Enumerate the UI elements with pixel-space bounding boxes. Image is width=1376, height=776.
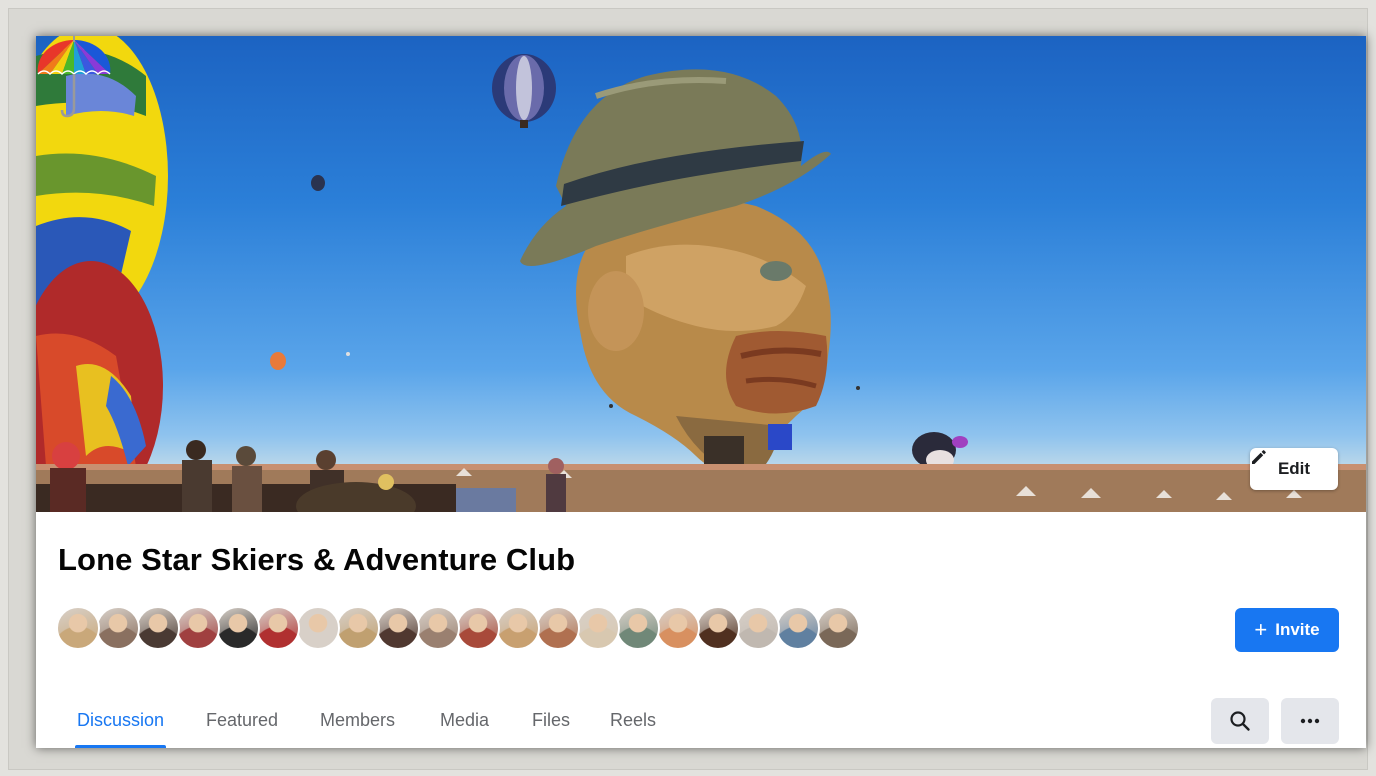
member-avatar[interactable] bbox=[696, 606, 740, 650]
group-tabs: Discussion Featured Members Media Files … bbox=[36, 696, 1366, 748]
plus-icon: + bbox=[1254, 617, 1268, 642]
more-icon bbox=[1300, 718, 1320, 724]
tab-members[interactable]: Members bbox=[320, 696, 395, 748]
member-avatar[interactable] bbox=[536, 606, 580, 650]
cover-photo: Edit bbox=[36, 36, 1366, 512]
tab-featured[interactable]: Featured bbox=[206, 696, 278, 748]
member-avatar[interactable] bbox=[256, 606, 300, 650]
member-avatar[interactable] bbox=[136, 606, 180, 650]
member-avatar[interactable] bbox=[736, 606, 780, 650]
group-name[interactable]: Lone Star Skiers & Adventure Club bbox=[58, 542, 575, 578]
search-icon bbox=[1230, 711, 1250, 731]
member-avatar[interactable] bbox=[376, 606, 420, 650]
member-avatar[interactable] bbox=[496, 606, 540, 650]
distant-balloon bbox=[311, 175, 325, 191]
search-button[interactable] bbox=[1211, 698, 1269, 744]
invite-button[interactable]: + Invite bbox=[1235, 608, 1339, 652]
edit-cover-button[interactable]: Edit bbox=[1250, 448, 1338, 490]
edit-cover-label: Edit bbox=[1277, 459, 1311, 478]
pencil-icon bbox=[1252, 450, 1266, 464]
member-avatar[interactable] bbox=[216, 606, 260, 650]
member-avatar[interactable] bbox=[456, 606, 500, 650]
member-avatar[interactable] bbox=[616, 606, 660, 650]
tab-reels[interactable]: Reels bbox=[610, 696, 656, 748]
more-options-button[interactable] bbox=[1281, 698, 1339, 744]
tab-discussion[interactable]: Discussion bbox=[74, 696, 167, 748]
tab-media[interactable]: Media bbox=[440, 696, 489, 748]
tab-files[interactable]: Files bbox=[532, 696, 570, 748]
member-avatar[interactable] bbox=[96, 606, 140, 650]
member-avatar[interactable] bbox=[776, 606, 820, 650]
member-avatar[interactable] bbox=[416, 606, 460, 650]
member-avatar[interactable] bbox=[176, 606, 220, 650]
group-header: Edit Lone Star Skiers & Adventure Club +… bbox=[36, 36, 1366, 748]
head-balloon bbox=[520, 69, 831, 476]
member-avatar[interactable] bbox=[576, 606, 620, 650]
cover-image bbox=[36, 36, 1366, 512]
member-avatar[interactable] bbox=[816, 606, 860, 650]
invite-label: Invite bbox=[1275, 620, 1320, 639]
member-avatar[interactable] bbox=[656, 606, 700, 650]
member-avatar[interactable] bbox=[336, 606, 380, 650]
distant-balloon-orange bbox=[270, 352, 286, 370]
umbrella-icon bbox=[37, 36, 111, 118]
distant-balloon-blue bbox=[492, 54, 556, 128]
member-avatar[interactable] bbox=[56, 606, 100, 650]
member-avatar[interactable] bbox=[296, 606, 340, 650]
